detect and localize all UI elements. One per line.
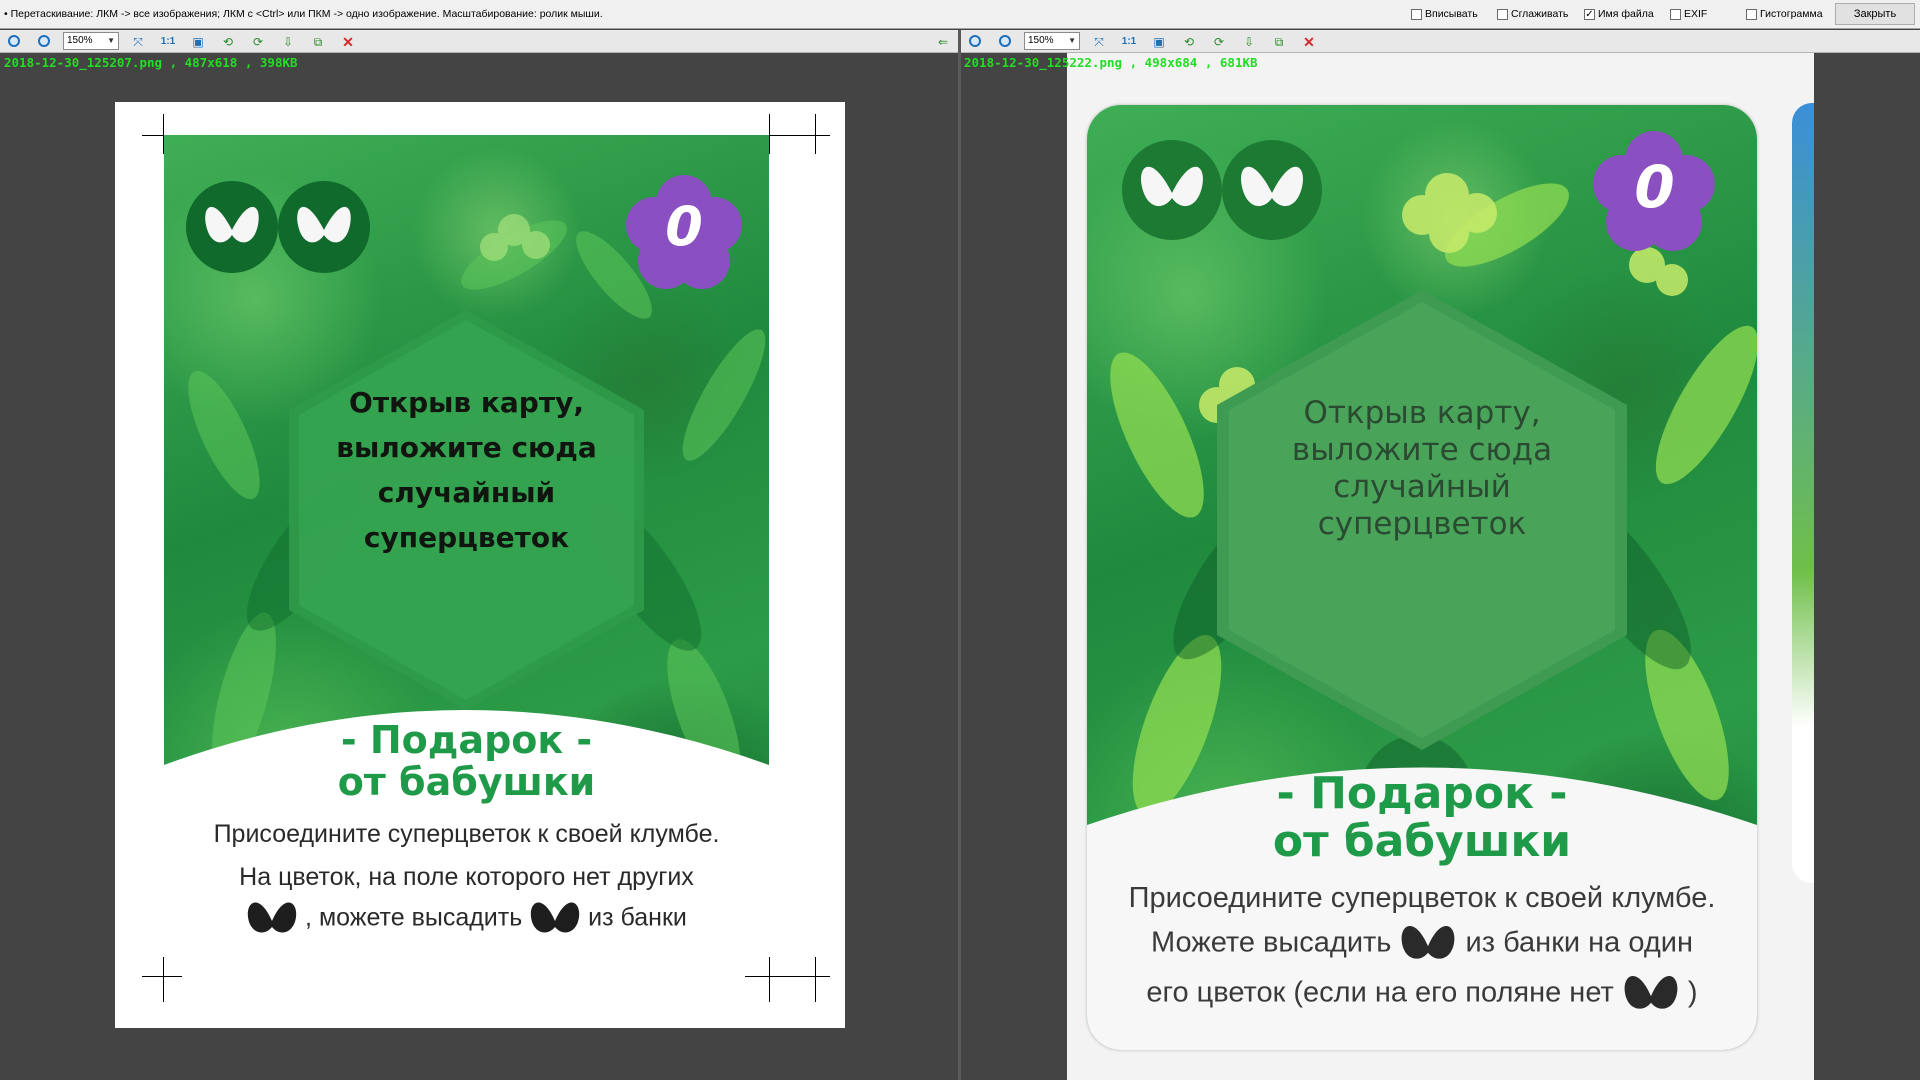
crop-mark <box>769 114 770 154</box>
rule-line-2: На цветок, на поле которого нет других <box>239 863 694 891</box>
fit-checkbox[interactable]: Вписывать <box>1411 8 1478 20</box>
rotate-left-icon[interactable]: ⟲ <box>1181 34 1197 50</box>
butterfly-tokens-icon <box>186 181 370 273</box>
rule-line-3: его цветок (если на его поляне нет ) <box>1087 970 1757 1018</box>
butterfly-icon <box>531 902 580 933</box>
actual-size-button[interactable]: 1:1 <box>160 34 176 50</box>
hex-instruction: Открыв карту, выложите сюда случайный су… <box>1291 395 1553 542</box>
fit-frame-icon[interactable]: ▣ <box>190 34 206 50</box>
neighbor-card <box>1792 103 1814 883</box>
crop-mark <box>815 957 816 1002</box>
checkbox-checked-icon[interactable]: ✓ <box>1584 8 1595 20</box>
rule-line-2: Можете высадить из банки на один <box>1087 920 1757 968</box>
checkbox-icon[interactable] <box>1411 8 1422 20</box>
left-card: Открыв карту, выложите сюда случайный су… <box>164 135 769 955</box>
zoom-out-icon[interactable] <box>38 35 50 47</box>
butterfly-icon <box>1402 925 1455 959</box>
rule-line-3: , можете высадить из банки <box>164 897 769 941</box>
copy-image-icon[interactable]: ⧉ <box>1271 34 1287 50</box>
crop-mark <box>815 114 816 154</box>
hex-instruction: Открыв карту, выложите сюда случайный су… <box>336 386 597 554</box>
right-image-pane[interactable]: 150% ▼ ⤧ 1:1 ▣ ⟲ ⟳ ⇩ ⧉ ✕ Открыв карту, в… <box>961 30 1920 1080</box>
butterfly-icon <box>247 902 297 933</box>
fit-window-icon[interactable]: ⤧ <box>130 34 146 50</box>
left-file-info: 2018-12-30_125207.png , 487x618 , 398KB <box>4 55 298 70</box>
checkbox-icon[interactable] <box>1746 8 1757 20</box>
rotate-right-icon[interactable]: ⟳ <box>250 34 266 50</box>
smooth-checkbox[interactable]: Сглаживать <box>1497 8 1568 20</box>
rotate-right-icon[interactable]: ⟳ <box>1211 34 1227 50</box>
crop-mark <box>745 976 830 977</box>
close-button[interactable]: Закрыть <box>1835 3 1915 25</box>
crop-mark <box>142 976 182 977</box>
zoom-in-icon[interactable] <box>8 35 20 47</box>
zoom-select[interactable]: 150% ▼ <box>1024 32 1080 50</box>
right-pane-toolbar: 150% ▼ ⤧ 1:1 ▣ ⟲ ⟳ ⇩ ⧉ ✕ <box>961 30 1920 53</box>
close-image-icon[interactable]: ✕ <box>1301 34 1317 50</box>
butterfly-icon <box>1624 975 1678 1009</box>
scan-sheet: Открыв карту, выложите сюда случайный су… <box>115 102 845 1028</box>
exif-checkbox[interactable]: EXIF <box>1670 8 1707 20</box>
rule-line-1: Присоедините суперцветок к своей клумбе. <box>213 820 720 848</box>
histogram-checkbox[interactable]: Гистограмма <box>1746 8 1823 20</box>
close-image-icon[interactable]: ✕ <box>340 34 356 50</box>
fit-window-icon[interactable]: ⤧ <box>1091 34 1107 50</box>
right-file-info: 2018-12-30_125222.png , 498x684 , 681KB <box>964 55 1258 70</box>
save-image-icon[interactable]: ⇩ <box>1241 34 1257 50</box>
badge-number: 0 <box>1634 153 1675 221</box>
usage-hint: • Перетаскивание: ЛКМ -> все изображения… <box>4 8 603 20</box>
zoom-select[interactable]: 150% ▼ <box>63 32 119 50</box>
scan-photo: Открыв карту, выложите сюда случайный су… <box>1067 53 1814 1080</box>
copy-image-icon[interactable]: ⧉ <box>310 34 326 50</box>
badge-number: 0 <box>665 195 703 258</box>
checkbox-icon[interactable] <box>1497 8 1508 20</box>
rule-line-1: Присоедините суперцветок к своей клумбе. <box>1128 882 1716 914</box>
fit-frame-icon[interactable]: ▣ <box>1151 34 1167 50</box>
right-card: Открыв карту, выложите сюда случайный су… <box>1087 105 1757 1050</box>
zoom-out-icon[interactable] <box>999 35 1011 47</box>
card-title: - Подарок - от бабушки <box>337 718 596 804</box>
top-info-bar: • Перетаскивание: ЛКМ -> все изображения… <box>0 0 1920 29</box>
zoom-in-icon[interactable] <box>969 35 981 47</box>
filename-checkbox[interactable]: ✓ Имя файла <box>1584 8 1654 20</box>
crop-mark <box>769 957 770 1002</box>
left-pane-toolbar: 150% ▼ ⤧ 1:1 ▣ ⟲ ⟳ ⇩ ⧉ ✕ ⇐ <box>0 30 958 53</box>
crop-mark <box>163 957 164 1002</box>
card-title: - Подарок - от бабушки <box>1272 768 1572 868</box>
checkbox-icon[interactable] <box>1670 8 1681 20</box>
butterfly-tokens-icon <box>1122 140 1322 240</box>
rotate-left-icon[interactable]: ⟲ <box>220 34 236 50</box>
swap-arrow-icon[interactable]: ⇐ <box>935 34 951 50</box>
crop-mark <box>770 135 830 136</box>
actual-size-button[interactable]: 1:1 <box>1121 34 1137 50</box>
save-image-icon[interactable]: ⇩ <box>280 34 296 50</box>
left-image-pane[interactable]: 150% ▼ ⤧ 1:1 ▣ ⟲ ⟳ ⇩ ⧉ ✕ ⇐ 2018-12-30_125… <box>0 30 958 1080</box>
